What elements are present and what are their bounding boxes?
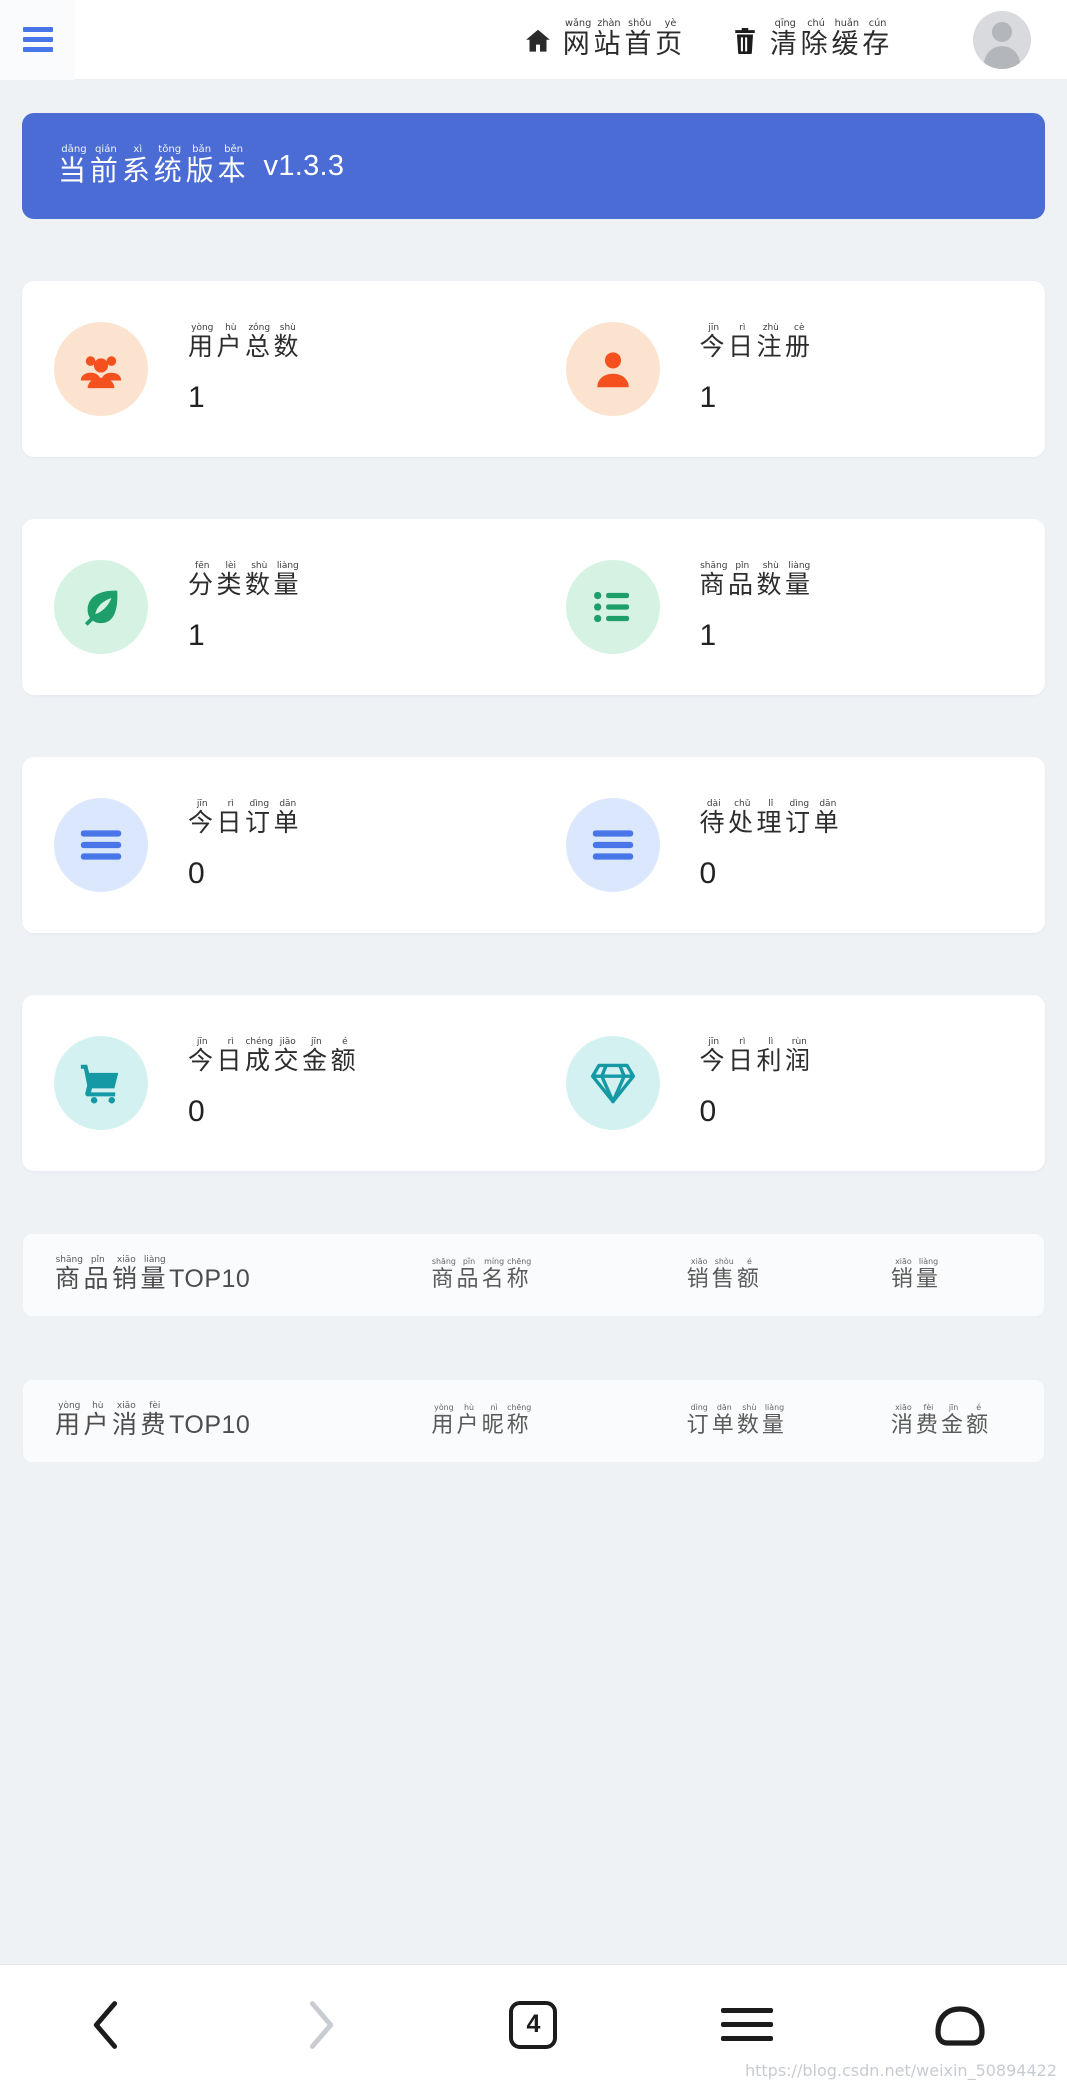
home-icon: [523, 24, 553, 56]
top-table-title: 商shāng品pǐn销xiāo量liàngTOP10: [55, 1255, 251, 1293]
home-outline-icon: [935, 2005, 985, 2046]
column-header-sales-volume: 销xiāo量liàng: [890, 1257, 942, 1291]
stat-text: 今jīn日rì订dìng单dān 0: [188, 799, 302, 891]
menu-icon: [720, 2008, 773, 2041]
avatar-button[interactable]: [937, 10, 1067, 69]
stat-item-today-turnover[interactable]: 今jīn日rì成chéng交jiāo金jīn额é 0: [22, 1036, 534, 1130]
home-label: 网wǎng站zhàn首shǒu页yè: [562, 18, 686, 59]
stat-value: 1: [699, 381, 717, 414]
stat-label: 今jīn日rì利lì润rùn: [699, 1037, 814, 1075]
column-header-order-count: 订dìng单dān数shù量liàng: [686, 1403, 788, 1437]
forward-button[interactable]: [265, 1985, 375, 2065]
leaf-icon: [54, 560, 148, 654]
top-title-suffix: TOP10: [169, 1265, 251, 1293]
top-table-goods-sales: 商shāng品pǐn销xiāo量liàngTOP10 商shāng品pǐn名mí…: [22, 1233, 1045, 1317]
version-label: 当dāng前qián系xì统tǒng版bǎn本běn: [58, 143, 250, 186]
column-header-user-nickname: 用yòng户hù昵nì称chēng: [431, 1403, 532, 1437]
stat-text: 分fēn类lèi数shù量liàng 1: [188, 561, 302, 653]
stat-card-revenue: 今jīn日rì成chéng交jiāo金jīn额é 0 今jīn日rì利lì润rù…: [22, 995, 1045, 1171]
stat-card-users: 用yòng户hù总zǒng数shù 1 今jīn日rì注zhù册cè 1: [22, 281, 1045, 457]
stat-text: 今jīn日rì成chéng交jiāo金jīn额é 0: [188, 1037, 359, 1129]
stat-item-goods-count[interactable]: 商shāng品pǐn数shù量liàng 1: [534, 560, 1046, 654]
back-chevron-icon: [93, 2000, 117, 2049]
stat-value: 1: [188, 381, 205, 414]
column-header-sales-amount: 销xiāo售shòu额é: [686, 1257, 762, 1291]
stat-item-today-profit[interactable]: 今jīn日rì利lì润rùn 0: [534, 1036, 1046, 1130]
trash-icon: [730, 24, 760, 56]
diamond-icon: [565, 1036, 660, 1130]
home-button[interactable]: [905, 1985, 1015, 2065]
watermark-text: https://blog.csdn.net/weixin_50894422: [744, 2061, 1057, 2080]
stat-card-catalog: 分fēn类lèi数shù量liàng 1 商shāng品pǐn数shù量liàn…: [22, 519, 1045, 695]
list-dots-icon: [565, 560, 660, 654]
top-table-user-consumption: 用yòng户hù消xiāo费fèiTOP10 用yòng户hù昵nì称chēng…: [22, 1379, 1045, 1463]
top-header: 网wǎng站zhàn首shǒu页yè 清qīng除chú缓huǎn存cún: [0, 0, 1067, 80]
stat-value: 1: [188, 619, 205, 652]
stat-text: 今jīn日rì利lì润rùn 0: [700, 1037, 814, 1129]
shopping-cart-icon: [54, 1036, 148, 1130]
stat-text: 商shāng品pǐn数shù量liàng 1: [700, 561, 814, 653]
main-content: 当dāng前qián系xì统tǒng版bǎn本běn v1.3.3 用yòng户…: [0, 113, 1067, 1463]
clear-cache-button[interactable]: 清qīng除chú缓huǎn存cún: [730, 18, 893, 61]
list-lines-icon: [54, 798, 148, 892]
stat-item-pending-orders[interactable]: 待dài处chǔ理lǐ订dìng单dān 0: [534, 798, 1046, 892]
tab-switcher-button[interactable]: 4: [478, 1985, 588, 2065]
app-root: 网wǎng站zhàn首shǒu页yè 清qīng除chú缓huǎn存cún 当d…: [0, 0, 1067, 2084]
back-button[interactable]: [52, 1985, 162, 2065]
header-actions: 网wǎng站zhàn首shǒu页yè 清qīng除chú缓huǎn存cún: [523, 10, 1067, 69]
stat-label: 今jīn日rì成chéng交jiāo金jīn额é: [188, 1037, 360, 1075]
stat-label: 待dài处chǔ理lǐ订dìng单dān: [699, 799, 843, 837]
user-single-icon: [565, 322, 660, 416]
users-group-icon: [54, 322, 148, 416]
menu-button[interactable]: [0, 0, 75, 80]
version-number: v1.3.3: [263, 149, 345, 182]
stat-value: 0: [188, 857, 205, 890]
stat-item-today-register[interactable]: 今jīn日rì注zhù册cè 1: [534, 322, 1046, 416]
forward-chevron-icon: [309, 2000, 334, 2049]
stat-value: 0: [188, 1095, 205, 1128]
stat-item-category-count[interactable]: 分fēn类lèi数shù量liàng 1: [22, 560, 534, 654]
clear-cache-label: 清qīng除chú缓huǎn存cún: [769, 18, 893, 59]
browser-menu-button[interactable]: [692, 1985, 802, 2065]
stat-value: 1: [699, 619, 717, 652]
stat-text: 今jīn日rì注zhù册cè 1: [700, 323, 814, 415]
hamburger-icon: [22, 27, 53, 52]
tab-count-badge: 4: [509, 2000, 558, 2049]
stat-card-orders: 今jīn日rì订dìng单dān 0 待dài处chǔ理lǐ订dìng单dān: [22, 757, 1045, 933]
stat-value: 0: [699, 1095, 717, 1128]
version-banner: 当dāng前qián系xì统tǒng版bǎn本běn v1.3.3: [22, 113, 1045, 219]
column-header-goods-name: 商shāng品pǐn名míng称chēng: [431, 1257, 532, 1291]
stat-value: 0: [699, 857, 717, 890]
stat-label: 今jīn日rì订dìng单dān: [188, 799, 303, 837]
stat-label: 商shāng品pǐn数shù量liàng: [699, 561, 814, 599]
stat-label: 分fēn类lèi数shù量liàng: [188, 561, 303, 599]
top-title-suffix: TOP10: [169, 1411, 251, 1439]
avatar: [973, 10, 1031, 69]
stat-text: 用yòng户hù总zǒng数shù 1: [188, 323, 302, 415]
stat-item-total-users[interactable]: 用yòng户hù总zǒng数shù 1: [22, 322, 534, 416]
list-lines-icon: [565, 798, 660, 892]
stat-text: 待dài处chǔ理lǐ订dìng单dān 0: [700, 799, 843, 891]
stat-label: 今jīn日rì注zhù册cè: [699, 323, 814, 361]
stat-label: 用yòng户hù总zǒng数shù: [188, 323, 303, 361]
stat-item-today-orders[interactable]: 今jīn日rì订dìng单dān 0: [22, 798, 534, 892]
column-header-consume-amount: 消xiāo费fèi金jīn额é: [890, 1403, 992, 1437]
home-link[interactable]: 网wǎng站zhàn首shǒu页yè: [523, 18, 686, 61]
top-table-title: 用yòng户hù消xiāo费fèiTOP10: [55, 1401, 251, 1439]
